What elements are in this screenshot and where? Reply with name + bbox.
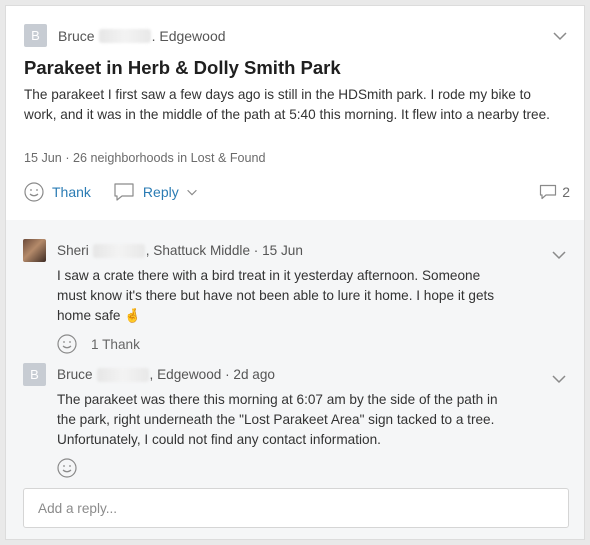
thank-button[interactable]: Thank	[24, 182, 91, 202]
post-audience[interactable]: 26 neighborhoods in Lost & Found	[73, 151, 266, 165]
speech-bubble-icon	[114, 183, 134, 201]
replies-section: Sheri , Shattuck Middle · 15 Jun I saw a…	[6, 220, 584, 539]
smiley-icon	[24, 182, 44, 202]
post-card: B Bruce . Edgewood Parakeet in Herb & Do…	[5, 5, 585, 540]
thank-label: Thank	[52, 184, 91, 200]
chevron-down-icon[interactable]	[552, 28, 568, 44]
author-first-name[interactable]: Bruce	[58, 28, 95, 44]
reply-input[interactable]	[36, 499, 556, 517]
post-title[interactable]: Parakeet in Herb & Dolly Smith Park	[24, 57, 341, 79]
reply-item: Sheri , Shattuck Middle · 15 Jun I saw a…	[23, 239, 568, 354]
post-actions: Thank Reply	[24, 182, 229, 202]
reply-thank-button[interactable]: 1 Thank	[57, 334, 568, 354]
reply-item: B Bruce , Edgewood · 2d ago The parakeet…	[23, 363, 568, 478]
reply-text: I saw a crate there with a bird treat in…	[57, 268, 495, 323]
author-avatar[interactable]: B	[24, 24, 47, 47]
post-date[interactable]: 15 Jun	[24, 151, 62, 165]
chevron-down-icon[interactable]	[551, 371, 567, 387]
reply-button[interactable]: Reply	[113, 182, 207, 202]
avatar[interactable]: B	[23, 363, 46, 386]
redacted-last-name	[92, 243, 145, 258]
reply-thank-button[interactable]	[57, 458, 568, 478]
post-author[interactable]: B Bruce . Edgewood	[24, 24, 226, 47]
reply-label: Reply	[142, 184, 179, 200]
reply-author-suffix: , Edgewood · 2d ago	[149, 367, 275, 382]
chevron-down-icon[interactable]	[551, 247, 567, 263]
post-meta: 15 Jun · 26 neighborhoods in Lost & Foun…	[24, 151, 266, 165]
reply-author-suffix: , Shattuck Middle · 15 Jun	[145, 243, 303, 258]
meta-separator: ·	[65, 151, 74, 165]
reply-author-first[interactable]: Sheri	[57, 243, 89, 258]
reply-author-first[interactable]: Bruce	[57, 367, 93, 382]
comment-count-icon	[540, 184, 557, 200]
smiley-icon	[57, 458, 77, 478]
avatar[interactable]	[23, 239, 46, 262]
redacted-last-name	[98, 28, 151, 43]
reply-author[interactable]: Sheri , Shattuck Middle · 15 Jun	[23, 239, 568, 262]
chevron-down-icon	[186, 189, 197, 196]
comment-count[interactable]: 2	[539, 184, 570, 200]
reply-input-box[interactable]	[23, 488, 569, 528]
post: B Bruce . Edgewood Parakeet in Herb & Do…	[6, 6, 584, 220]
post-body: The parakeet I first saw a few days ago …	[24, 87, 550, 122]
reply-text: The parakeet was there this morning at 6…	[57, 392, 498, 447]
reply-thank-count[interactable]: 1 Thank	[91, 337, 140, 352]
smiley-icon	[57, 334, 77, 354]
comment-count-value: 2	[562, 184, 570, 200]
author-location[interactable]: . Edgewood	[152, 28, 226, 44]
redacted-last-name	[96, 367, 149, 382]
reply-author[interactable]: B Bruce , Edgewood · 2d ago	[23, 363, 568, 386]
